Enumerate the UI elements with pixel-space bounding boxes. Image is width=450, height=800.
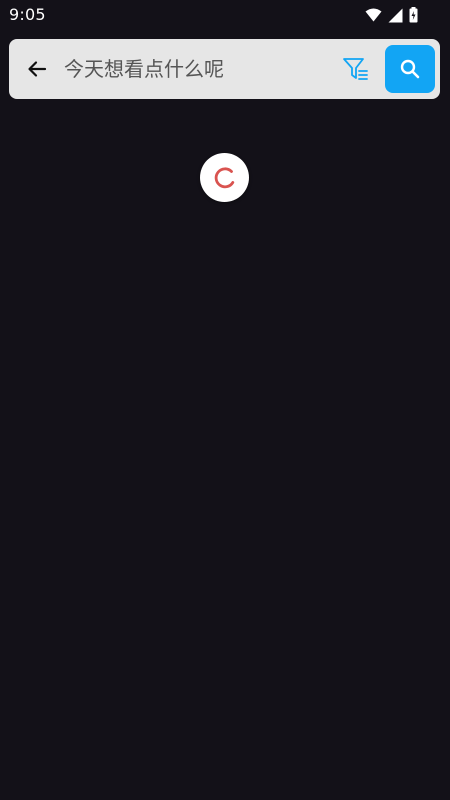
signal-icon xyxy=(388,8,403,22)
status-time: 9:05 xyxy=(9,5,46,24)
filter-button[interactable] xyxy=(339,53,373,85)
wifi-icon xyxy=(365,8,382,22)
screen: 9:05 xyxy=(0,0,450,800)
arrow-left-icon xyxy=(28,61,47,77)
status-bar: 9:05 xyxy=(0,0,450,30)
status-icons xyxy=(365,6,418,24)
search-bar xyxy=(9,39,440,99)
search-input[interactable] xyxy=(64,53,334,85)
search-submit-button[interactable] xyxy=(385,45,435,93)
search-icon xyxy=(400,59,420,79)
back-button[interactable] xyxy=(23,55,51,83)
spinner-icon xyxy=(214,166,234,188)
battery-icon xyxy=(409,7,418,23)
loading-indicator xyxy=(200,153,249,202)
filter-icon xyxy=(343,58,368,80)
